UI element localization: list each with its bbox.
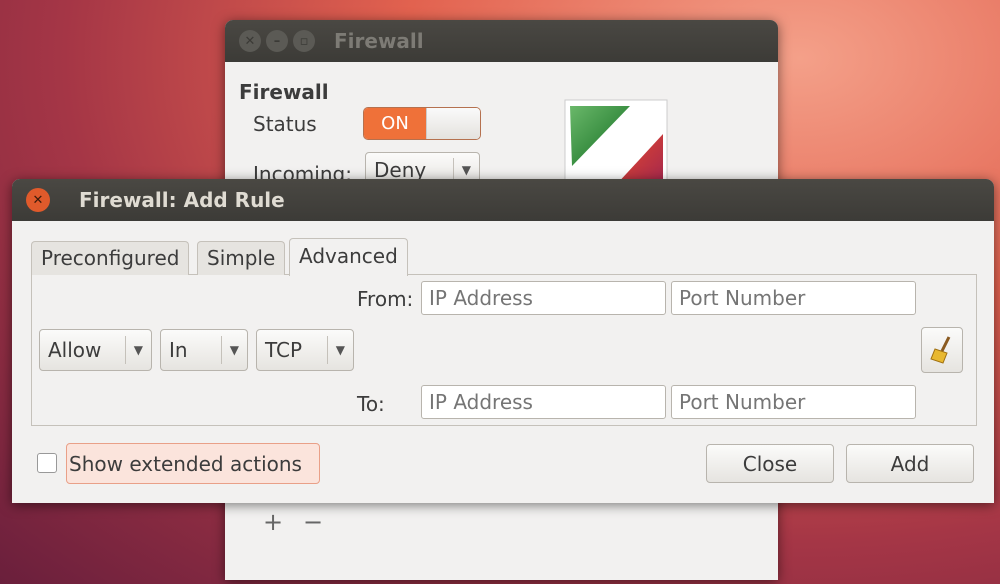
chevron-down-icon: ▼ (326, 336, 353, 364)
to-port-input[interactable] (671, 385, 916, 419)
extended-actions-checkbox[interactable] (37, 453, 57, 473)
extended-actions-label[interactable]: Show extended actions (66, 443, 320, 484)
add-rule-button[interactable]: + (263, 508, 283, 536)
minimize-icon[interactable]: – (266, 30, 288, 52)
section-heading: Firewall (239, 80, 329, 104)
action-combo[interactable]: Allow ▼ (39, 329, 152, 371)
broom-icon (930, 336, 951, 364)
tab-advanced[interactable]: Advanced (289, 238, 408, 276)
add-button[interactable]: Add (846, 444, 974, 483)
close-button[interactable]: Close (706, 444, 834, 483)
tab-preconfigured[interactable]: Preconfigured (31, 241, 190, 275)
from-port-input[interactable] (671, 281, 916, 315)
clear-button[interactable] (921, 327, 963, 373)
to-label: To: (357, 392, 385, 416)
shield-logo (564, 99, 668, 186)
status-toggle[interactable]: ON (363, 107, 481, 140)
dialog-title: Firewall: Add Rule (79, 188, 285, 212)
close-icon[interactable]: ✕ (239, 30, 261, 52)
dialog-titlebar: ✕ Firewall: Add Rule (12, 179, 994, 221)
chevron-down-icon: ▼ (124, 336, 151, 364)
titlebar: ✕ – ▫ Firewall (225, 20, 778, 62)
tab-simple[interactable]: Simple (197, 241, 286, 275)
maximize-icon[interactable]: ▫ (293, 30, 315, 52)
close-icon[interactable]: ✕ (26, 188, 50, 212)
direction-combo[interactable]: In ▼ (160, 329, 248, 371)
window-title: Firewall (334, 29, 424, 53)
to-ip-input[interactable] (421, 385, 666, 419)
from-label: From: (357, 287, 414, 311)
from-ip-input[interactable] (421, 281, 666, 315)
remove-rule-button[interactable]: − (303, 508, 323, 536)
status-label: Status (253, 112, 317, 136)
protocol-combo[interactable]: TCP ▼ (256, 329, 354, 371)
chevron-down-icon: ▼ (220, 336, 247, 364)
